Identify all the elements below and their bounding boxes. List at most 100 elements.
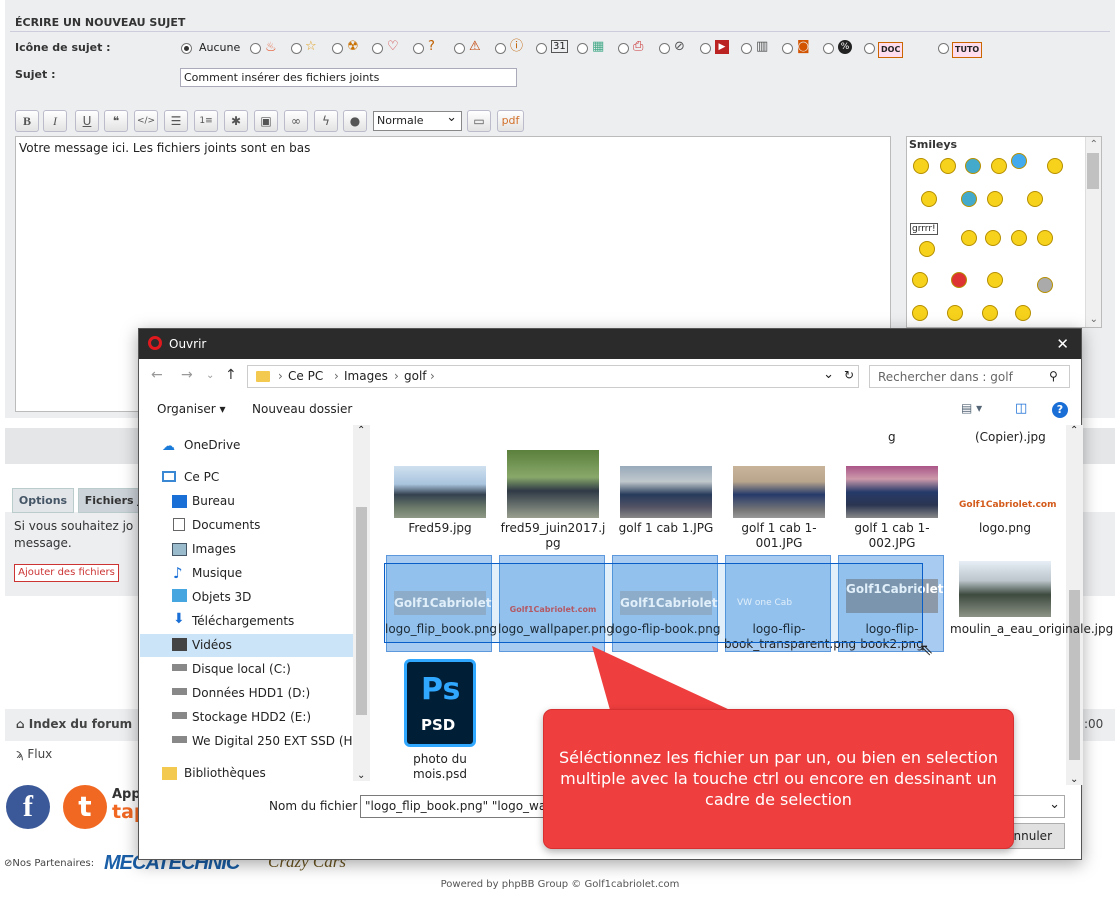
- smiley-icon[interactable]: [965, 158, 981, 174]
- color-button[interactable]: ●: [343, 110, 367, 132]
- tree-item-videos[interactable]: Vidéos: [192, 638, 232, 652]
- tab-options[interactable]: Options: [12, 488, 74, 513]
- smiley-icon[interactable]: [991, 158, 1007, 174]
- breadcrumb-images[interactable]: Images: [344, 369, 388, 383]
- tree-scrollbar[interactable]: ⌃ ⌄: [353, 425, 370, 781]
- back-icon[interactable]: ←: [151, 367, 163, 383]
- smiley-icon[interactable]: [940, 158, 956, 174]
- smileys-scrollbar[interactable]: ⌃ ⌄: [1085, 137, 1101, 327]
- address-bar[interactable]: › Ce PC › Images › golf › ⌄ ↻: [247, 365, 859, 388]
- underline-button[interactable]: U: [75, 110, 99, 132]
- icon-radio-video[interactable]: [700, 43, 711, 54]
- italic-button[interactable]: I: [43, 110, 67, 132]
- organize-button[interactable]: Organiser ▾: [157, 402, 225, 416]
- icon-radio-tuto[interactable]: [938, 43, 949, 54]
- image-button[interactable]: ▣: [254, 110, 278, 132]
- smiley-icon[interactable]: [1027, 191, 1043, 207]
- facebook-icon[interactable]: f: [6, 785, 50, 829]
- scroll-up-icon[interactable]: ⌃: [1070, 425, 1078, 436]
- tree-item-objets-3d[interactable]: Objets 3D: [192, 590, 251, 604]
- list-button[interactable]: ☰: [164, 110, 188, 132]
- file-item-golf-1-cab-1[interactable]: golf 1 cab 1.JPG: [611, 521, 721, 536]
- icon-radio-percent[interactable]: [823, 43, 834, 54]
- forward-icon[interactable]: →: [181, 367, 193, 383]
- icon-radio-doc[interactable]: [864, 43, 875, 54]
- icon-radio-link[interactable]: [659, 43, 670, 54]
- address-dropdown-icon[interactable]: ⌄: [823, 367, 834, 382]
- smiley-icon[interactable]: [913, 158, 929, 174]
- pdf-button[interactable]: pdf: [497, 110, 524, 132]
- preview-pane-icon[interactable]: ◫: [1015, 401, 1027, 416]
- icon-radio-info[interactable]: [495, 43, 506, 54]
- file-item-fred59[interactable]: Fred59.jpg: [385, 521, 495, 536]
- scroll-down-icon[interactable]: ⌄: [1090, 314, 1098, 325]
- icon-radio-calendar[interactable]: [536, 43, 547, 54]
- smiley-icon[interactable]: [912, 272, 928, 288]
- view-options-icon[interactable]: ▤ ▾: [961, 401, 982, 415]
- close-icon[interactable]: ✕: [1056, 335, 1069, 353]
- search-input[interactable]: Rechercher dans : golf: [869, 365, 1070, 388]
- add-files-button[interactable]: Ajouter des fichiers: [14, 564, 119, 582]
- smiley-icon[interactable]: [951, 272, 967, 288]
- smiley-icon[interactable]: [987, 191, 1003, 207]
- scrollbar-thumb[interactable]: [1087, 153, 1099, 189]
- breadcrumb-golf[interactable]: golf: [404, 369, 427, 383]
- scrollbar-thumb[interactable]: [356, 507, 367, 715]
- icon-radio-star[interactable]: [291, 43, 302, 54]
- tree-item-disk-c[interactable]: Disque local (C:): [192, 662, 291, 676]
- rss-link[interactable]: ϡ Flux: [16, 747, 52, 761]
- icon-radio-question[interactable]: [413, 43, 424, 54]
- quote-button[interactable]: ❝: [104, 110, 128, 132]
- tree-item-onedrive[interactable]: OneDrive: [184, 438, 240, 452]
- breadcrumb-ce-pc[interactable]: Ce PC: [288, 369, 323, 383]
- smiley-icon[interactable]: [961, 230, 977, 246]
- smiley-icon[interactable]: [1037, 230, 1053, 246]
- icon-radio-flame[interactable]: [250, 43, 261, 54]
- file-item-golf-1-cab-1-001[interactable]: golf 1 cab 1-001.JPG: [724, 521, 834, 551]
- files-scrollbar[interactable]: ⌃ ⌄: [1066, 425, 1083, 785]
- icon-radio-heart[interactable]: [372, 43, 383, 54]
- icon-radio-pdf[interactable]: [618, 43, 629, 54]
- file-item-photo-du-mois[interactable]: photo du mois.psd: [385, 752, 495, 782]
- new-folder-button[interactable]: Nouveau dossier: [252, 402, 352, 416]
- icon-radio-radioactive[interactable]: [332, 43, 343, 54]
- file-item-logo[interactable]: logo.png: [950, 521, 1060, 536]
- file-item-golf-1-cab-1-002[interactable]: golf 1 cab 1-002.JPG: [837, 521, 947, 551]
- tree-item-bibliotheques[interactable]: Bibliothèques: [184, 766, 266, 780]
- scroll-up-icon[interactable]: ⌃: [1090, 139, 1098, 150]
- font-size-select[interactable]: Normale: [373, 110, 462, 131]
- list-item-button[interactable]: ✱: [224, 110, 248, 132]
- tree-item-documents[interactable]: Documents: [192, 518, 260, 532]
- smiley-icon[interactable]: [912, 305, 928, 321]
- tapatalk-icon[interactable]: t: [63, 785, 107, 829]
- link-button[interactable]: ∞: [284, 110, 308, 132]
- smiley-icon[interactable]: [987, 272, 1003, 288]
- up-icon[interactable]: ↑: [225, 367, 237, 383]
- tree-item-telechargements[interactable]: Téléchargements: [192, 614, 294, 628]
- scroll-down-icon[interactable]: ⌄: [1070, 774, 1078, 785]
- smiley-icon[interactable]: [947, 305, 963, 321]
- smiley-icon[interactable]: [985, 230, 1001, 246]
- numbered-list-button[interactable]: 1≡: [194, 110, 218, 132]
- smiley-icon[interactable]: [1011, 153, 1027, 169]
- code-button[interactable]: </>: [134, 110, 158, 132]
- smiley-icon[interactable]: [921, 191, 937, 207]
- smiley-icon[interactable]: [1011, 230, 1027, 246]
- file-item-moulin[interactable]: moulin_a_eau_originale.jpg: [950, 622, 1113, 637]
- icon-radio-chart[interactable]: [741, 43, 752, 54]
- help-icon[interactable]: ?: [1052, 402, 1068, 418]
- tree-item-bureau[interactable]: Bureau: [192, 494, 235, 508]
- smiley-icon[interactable]: [1015, 305, 1031, 321]
- forum-index-link[interactable]: ⌂ Index du forum: [16, 717, 132, 731]
- tree-item-disk-e[interactable]: Stockage HDD2 (E:): [192, 710, 311, 724]
- scrollbar-thumb[interactable]: [1069, 590, 1080, 760]
- refresh-icon[interactable]: ↻: [844, 368, 854, 382]
- file-item-fred59-juin2017[interactable]: fred59_juin2017.jpg: [498, 521, 608, 551]
- tree-item-ce-pc[interactable]: Ce PC: [184, 470, 219, 484]
- tree-item-images[interactable]: Images: [192, 542, 236, 556]
- scroll-down-icon[interactable]: ⌄: [357, 770, 365, 781]
- bold-button[interactable]: B: [15, 110, 39, 132]
- smiley-icon[interactable]: [982, 305, 998, 321]
- recent-icon[interactable]: ⌄: [206, 370, 214, 381]
- smiley-icon[interactable]: [1037, 277, 1053, 293]
